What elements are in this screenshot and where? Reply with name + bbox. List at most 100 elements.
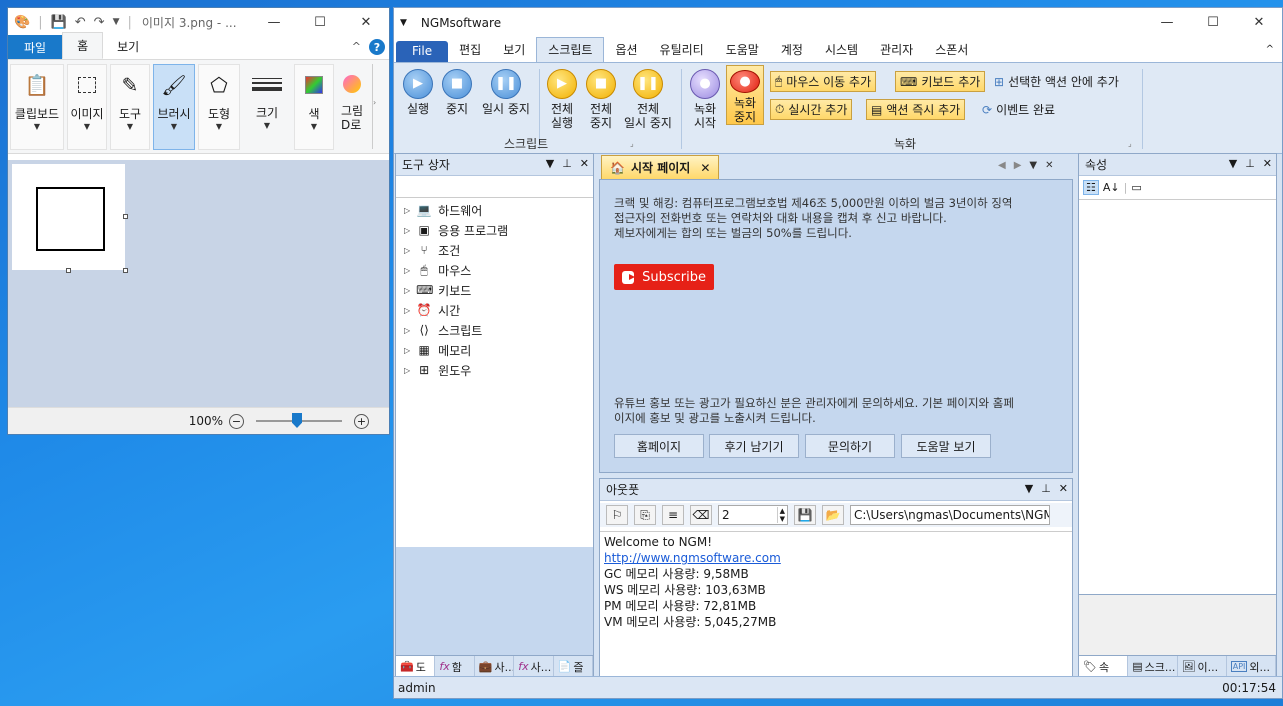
- expand-icon[interactable]: ▷: [404, 246, 410, 255]
- expand-icon[interactable]: ▷: [404, 226, 410, 235]
- event-complete-button[interactable]: ⟳ 이벤트 완료: [978, 99, 1059, 120]
- menu-edit[interactable]: 편집: [448, 38, 492, 62]
- resize-handle[interactable]: [66, 268, 71, 273]
- pin-icon[interactable]: ⊥: [562, 157, 572, 170]
- categorized-icon[interactable]: ☷: [1083, 180, 1099, 195]
- menu-view[interactable]: 보기: [492, 38, 536, 62]
- tab-script-explorer[interactable]: ▤ 스크...: [1128, 656, 1178, 677]
- expand-icon[interactable]: ▷: [404, 326, 410, 335]
- tree-item-mouse[interactable]: ▷ 🖱 마우스: [396, 260, 593, 280]
- tree-item-time[interactable]: ▷ ⏰ 시간: [396, 300, 593, 320]
- homepage-button[interactable]: 홈페이지: [614, 434, 704, 458]
- menu-account[interactable]: 계정: [770, 38, 814, 62]
- tab-functions[interactable]: fx 함: [435, 656, 475, 677]
- tab-user-tools[interactable]: 💼 사...: [475, 656, 515, 677]
- tree-item-script[interactable]: ▷ ⟨⟩ 스크립트: [396, 320, 593, 340]
- dropdown-icon[interactable]: ▼: [1229, 157, 1237, 170]
- stop-all-button[interactable]: ■ 전체 중지: [583, 69, 619, 130]
- dialog-launcher-icon[interactable]: ⌟: [1128, 139, 1132, 148]
- record-start-button[interactable]: ● 녹화 시작: [688, 69, 722, 130]
- expand-icon[interactable]: ▷: [404, 346, 410, 355]
- review-button[interactable]: 후기 남기기: [709, 434, 799, 458]
- close-button[interactable]: ✕: [1236, 8, 1282, 36]
- output-path-field[interactable]: C:\Users\ngmas\Documents\NGM6\: [850, 505, 1050, 525]
- menu-script[interactable]: 스크립트: [536, 37, 605, 62]
- add-mouse-move-button[interactable]: 🖱 마우스 이동 추가: [770, 71, 877, 92]
- stepper-arrows-icon[interactable]: ▲ ▼: [776, 507, 787, 523]
- tree-item-window[interactable]: ▷ ⊞ 윈도우: [396, 360, 593, 380]
- close-icon[interactable]: ✕: [1059, 482, 1068, 495]
- wrap-lines-button[interactable]: ≡: [662, 505, 684, 525]
- maximize-button[interactable]: ☐: [297, 8, 343, 36]
- tree-item-keyboard[interactable]: ▷ ⌨ 키보드: [396, 280, 593, 300]
- youtube-subscribe-button[interactable]: Subscribe: [614, 264, 714, 290]
- menu-options[interactable]: 옵션: [604, 38, 648, 62]
- pin-icon[interactable]: ⊥: [1245, 157, 1255, 170]
- line-count-stepper[interactable]: 2 ▲ ▼: [718, 505, 788, 525]
- run-button[interactable]: ▶ 실행: [402, 69, 434, 116]
- save-output-button[interactable]: 💾: [794, 505, 816, 525]
- copy-output-button[interactable]: ⎘: [634, 505, 656, 525]
- tab-home[interactable]: 홈: [62, 32, 104, 59]
- open-folder-button[interactable]: 📂: [822, 505, 844, 525]
- website-link[interactable]: http://www.ngmsoftware.com: [604, 551, 781, 565]
- save-icon[interactable]: 💾: [51, 15, 67, 30]
- ribbon-scroll-right-icon[interactable]: ›: [372, 64, 380, 149]
- dialog-launcher-icon[interactable]: ⌟: [630, 139, 634, 148]
- collapse-ribbon-icon[interactable]: ^: [1266, 44, 1274, 55]
- add-realtime-button[interactable]: ⏱ 실시간 추가: [770, 99, 853, 120]
- collapse-ribbon-icon[interactable]: ^: [352, 40, 361, 53]
- help-view-button[interactable]: 도움말 보기: [901, 434, 991, 458]
- undo-icon[interactable]: ↶: [75, 15, 86, 30]
- record-stop-button[interactable]: ● 녹화 중지: [726, 65, 764, 125]
- pause-button[interactable]: ❚❚ 일시 중지: [478, 69, 534, 116]
- help-icon[interactable]: ?: [369, 39, 385, 55]
- close-icon[interactable]: ✕: [700, 161, 710, 175]
- tree-item-memory[interactable]: ▷ ▦ 메모리: [396, 340, 593, 360]
- tree-item-hardware[interactable]: ▷ 💻 하드웨어: [396, 200, 593, 220]
- tree-item-application[interactable]: ▷ ▣ 응용 프로그램: [396, 220, 593, 240]
- brushes-group[interactable]: 🖌 브러시 ▼: [153, 64, 195, 150]
- inquiry-button[interactable]: 문의하기: [805, 434, 895, 458]
- property-pages-icon[interactable]: ▭: [1131, 181, 1141, 194]
- clear-output-button[interactable]: ⚐: [606, 505, 628, 525]
- pin-icon[interactable]: ⊥: [1041, 482, 1051, 495]
- eraser-button[interactable]: ⌫: [690, 505, 712, 525]
- tab-start-page[interactable]: 🏠 시작 페이지 ✕: [601, 155, 720, 179]
- menu-file[interactable]: File: [396, 41, 449, 62]
- clipboard-group[interactable]: 📋 클립보드 ▼: [10, 64, 64, 150]
- tab-images[interactable]: 🖼 이...: [1178, 656, 1227, 677]
- customize-quick-access-icon[interactable]: ▼: [113, 17, 120, 27]
- pause-all-button[interactable]: ❚❚ 전체 일시 중지: [620, 69, 676, 130]
- dropdown-icon[interactable]: ▼: [546, 157, 554, 170]
- dropdown-icon[interactable]: ▼: [1025, 482, 1033, 495]
- minimize-button[interactable]: —: [251, 8, 297, 36]
- menu-system[interactable]: 시스템: [814, 38, 869, 62]
- tab-user-functions[interactable]: fx 사...: [514, 656, 554, 677]
- zoom-slider-thumb[interactable]: [292, 413, 302, 428]
- menu-sponsor[interactable]: 스폰서: [924, 38, 979, 62]
- tab-favorites[interactable]: 📄 즐: [554, 656, 594, 677]
- output-log[interactable]: Welcome to NGM! http://www.ngmsoftware.c…: [600, 531, 1072, 677]
- canvas-area[interactable]: [8, 160, 389, 408]
- tab-file[interactable]: 파일: [8, 35, 63, 59]
- colors-group[interactable]: 색 ▼: [294, 64, 334, 150]
- tab-external-api[interactable]: API 외...: [1227, 656, 1276, 677]
- menu-admin[interactable]: 관리자: [869, 38, 924, 62]
- tab-view[interactable]: 보기: [103, 34, 153, 59]
- resize-handle[interactable]: [123, 268, 128, 273]
- expand-icon[interactable]: ▷: [404, 286, 410, 295]
- dropdown-icon[interactable]: ▼: [1029, 160, 1037, 171]
- add-action-now-button[interactable]: ▤ 액션 즉시 추가: [866, 99, 966, 120]
- run-all-button[interactable]: ▶ 전체 실행: [544, 69, 580, 130]
- tab-toolbox[interactable]: 🧰 도: [396, 656, 436, 677]
- close-icon[interactable]: ✕: [1045, 160, 1053, 171]
- size-group[interactable]: 크기 ▼: [243, 64, 291, 150]
- maximize-button[interactable]: ☐: [1190, 8, 1236, 36]
- drawing-canvas[interactable]: [12, 164, 125, 270]
- tools-group[interactable]: ✎ 도구 ▼: [110, 64, 150, 150]
- tree-item-condition[interactable]: ▷ ⑂ 조건: [396, 240, 593, 260]
- tab-properties[interactable]: 🏷 속: [1079, 656, 1129, 677]
- add-in-selected-action-button[interactable]: ⊞ 선택한 액션 안에 추가: [990, 71, 1123, 92]
- menu-help[interactable]: 도움말: [715, 38, 770, 62]
